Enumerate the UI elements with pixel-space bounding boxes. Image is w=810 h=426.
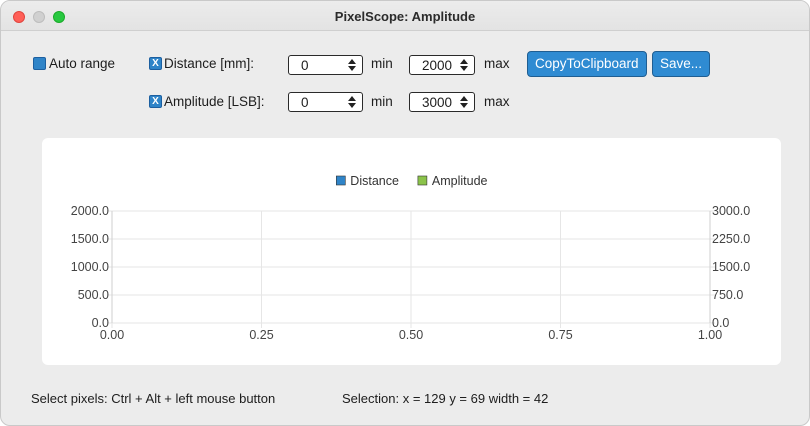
y-right-tick-label: 2250.0 xyxy=(712,232,750,246)
y-right-tick-label: 3000.0 xyxy=(712,204,750,218)
distance-max-spinbox[interactable]: 2000 xyxy=(409,55,475,75)
y-right-tick-label: 1500.0 xyxy=(712,260,750,274)
window-title: PixelScope: Amplitude xyxy=(334,9,476,24)
legend-label: Distance xyxy=(350,174,399,188)
copy-to-clipboard-button[interactable]: CopyToClipboard xyxy=(527,51,647,77)
y-right-tick-label: 750.0 xyxy=(712,288,743,302)
amplitude-min-label: min xyxy=(371,94,393,109)
y-left-tick-label: 2000.0 xyxy=(71,204,109,218)
status-hint: Select pixels: Ctrl + Alt + left mouse b… xyxy=(31,391,276,406)
x-tick-label: 0.50 xyxy=(399,328,423,342)
distance-label: Distance [mm]: xyxy=(164,56,255,71)
auto-range-label: Auto range xyxy=(49,56,116,71)
distance-max-label: max xyxy=(484,56,510,71)
chart-panel[interactable]: 0.0 500.0 1000.0 1500.0 2000.0 0.0 750.0 1500.0… xyxy=(42,138,781,365)
amplitude-max-label: max xyxy=(484,94,510,109)
legend-swatch xyxy=(335,175,346,186)
spin-arrows-icon[interactable] xyxy=(460,59,468,71)
distance-checkbox[interactable]: X xyxy=(149,57,162,70)
status-selection: Selection: x = 129 y = 69 width = 42 xyxy=(342,391,549,406)
y-left-tick-label: 1500.0 xyxy=(71,232,109,246)
distance-max-value: 2000 xyxy=(422,58,453,73)
y-left-tick-label: 500.0 xyxy=(78,288,109,302)
legend-swatch xyxy=(417,175,428,186)
legend-label: Amplitude xyxy=(432,174,488,188)
x-tick-label: 0.75 xyxy=(548,328,572,342)
x-tick-label: 1.00 xyxy=(698,328,722,342)
x-tick-label: 0.25 xyxy=(249,328,273,342)
chart-canvas[interactable]: 0.0500.01000.01500.02000.00.0750.01500.0… xyxy=(42,138,781,365)
distance-min-value: 0 xyxy=(301,58,309,73)
amplitude-max-value: 3000 xyxy=(422,95,453,110)
amplitude-max-spinbox[interactable]: 3000 xyxy=(409,92,475,112)
amplitude-min-value: 0 xyxy=(301,95,309,110)
pixelscope-window: PixelScope: Amplitude Auto range X Dista… xyxy=(0,0,810,426)
y-left-tick-label: 1000.0 xyxy=(71,260,109,274)
amplitude-checkbox[interactable]: X xyxy=(149,95,162,108)
x-tick-label: 0.00 xyxy=(100,328,124,342)
auto-range-checkbox[interactable] xyxy=(33,57,46,70)
spin-arrows-icon[interactable] xyxy=(460,96,468,108)
spin-arrows-icon[interactable] xyxy=(348,96,356,108)
save-button[interactable]: Save... xyxy=(652,51,711,77)
spin-arrows-icon[interactable] xyxy=(348,59,356,71)
distance-min-spinbox[interactable]: 0 xyxy=(288,55,363,75)
amplitude-label: Amplitude [LSB]: xyxy=(164,94,265,109)
title-bar: PixelScope: Amplitude xyxy=(1,1,809,31)
amplitude-min-spinbox[interactable]: 0 xyxy=(288,92,363,112)
distance-min-label: min xyxy=(371,56,393,71)
